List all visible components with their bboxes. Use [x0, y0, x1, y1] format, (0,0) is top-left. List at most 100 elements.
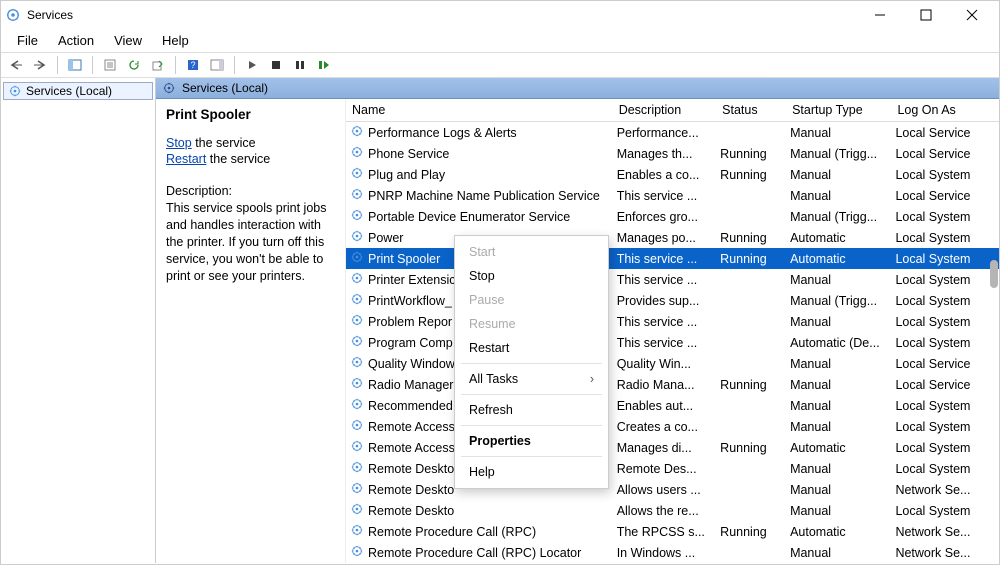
menu-view[interactable]: View [104, 31, 152, 50]
service-row[interactable]: Remote Procedure Call (RPC) LocatorIn Wi… [346, 542, 999, 563]
gear-icon [350, 313, 364, 330]
show-hide-tree-button[interactable] [64, 55, 86, 75]
service-row[interactable]: Radio ManagerRadio Mana...RunningManualL… [346, 374, 999, 395]
context-menu-all-tasks[interactable]: All Tasks› [455, 367, 608, 391]
menu-action[interactable]: Action [48, 31, 104, 50]
column-startup-type[interactable]: Startup Type [786, 99, 891, 122]
column-status[interactable]: Status [716, 99, 786, 122]
gear-icon [350, 418, 364, 435]
service-name-cell: Remote Access [368, 420, 455, 434]
column-logon-as[interactable]: Log On As [891, 99, 999, 122]
gear-icon [350, 523, 364, 540]
gear-icon [350, 502, 364, 519]
service-status-cell [716, 395, 786, 416]
gear-icon [350, 145, 364, 162]
restart-link[interactable]: Restart [166, 152, 206, 166]
service-status-cell: Running [716, 227, 786, 248]
gear-icon [350, 292, 364, 309]
pause-service-button[interactable] [289, 55, 311, 75]
service-name-cell: Remote Procedure Call (RPC) [368, 525, 536, 539]
service-status-cell: Running [716, 164, 786, 185]
service-row[interactable]: Print SpoolerThis service ...RunningAuto… [346, 248, 999, 269]
tree-services-local[interactable]: Services (Local) [3, 82, 153, 100]
service-row[interactable]: Phone ServiceManages th...RunningManual … [346, 143, 999, 164]
restart-link-suffix: the service [206, 152, 270, 166]
forward-button[interactable] [29, 55, 51, 75]
context-menu-refresh[interactable]: Refresh [455, 398, 608, 422]
service-startup-cell: Manual [786, 269, 891, 290]
service-row[interactable]: Remote AccessManages di...RunningAutomat… [346, 437, 999, 458]
service-logon-cell: Network Se... [891, 521, 999, 542]
export-button[interactable] [147, 55, 169, 75]
context-menu-properties[interactable]: Properties [455, 429, 608, 453]
toolbar: ? [1, 52, 999, 78]
service-startup-cell: Automatic [786, 248, 891, 269]
service-logon-cell: Local System [891, 311, 999, 332]
service-row[interactable]: Printer Extensic This service ... ManualLo… [346, 269, 999, 290]
restart-service-button[interactable] [313, 55, 335, 75]
minimize-button[interactable] [857, 2, 903, 28]
gear-icon [350, 334, 364, 351]
service-row[interactable]: PowerManages po...RunningAutomaticLocal … [346, 227, 999, 248]
stop-link[interactable]: Stop [166, 136, 192, 150]
start-service-button[interactable] [241, 55, 263, 75]
service-logon-cell: Local System [891, 206, 999, 227]
column-description[interactable]: Description [613, 99, 716, 122]
action-pane-button[interactable] [206, 55, 228, 75]
service-row[interactable]: Remote AccessCreates a co...ManualLocal … [346, 416, 999, 437]
service-row[interactable]: PNRP Machine Name Publication ServiceThi… [346, 185, 999, 206]
service-row[interactable]: Program CompThis service ...Automatic (D… [346, 332, 999, 353]
service-name-cell: Remote Deskto [368, 462, 454, 476]
context-menu-help[interactable]: Help [455, 460, 608, 484]
maximize-button[interactable] [903, 2, 949, 28]
service-logon-cell: Local Service [891, 122, 999, 144]
menu-file[interactable]: File [7, 31, 48, 50]
service-name-cell: Print Spooler [368, 252, 440, 266]
context-menu-resume: Resume [455, 312, 608, 336]
service-row[interactable]: Plug and PlayEnables a co...RunningManua… [346, 164, 999, 185]
service-desc-cell: This service ... [613, 269, 716, 290]
service-logon-cell: Local Service [891, 185, 999, 206]
service-row[interactable]: Remote DesktoRemote Des...ManualLocal Sy… [346, 458, 999, 479]
service-logon-cell: Local System [891, 395, 999, 416]
context-menu-stop[interactable]: Stop [455, 264, 608, 288]
context-menu-restart[interactable]: Restart [455, 336, 608, 360]
service-name-cell: Power [368, 231, 403, 245]
service-row[interactable]: Quality WindowQuality Win...ManualLocal … [346, 353, 999, 374]
service-startup-cell: Manual [786, 122, 891, 144]
service-row[interactable]: PrintWorkflow_Provides sup...Manual (Tri… [346, 290, 999, 311]
service-row[interactable]: Remote DesktoAllows users ...ManualNetwo… [346, 479, 999, 500]
gear-icon [350, 439, 364, 456]
services-list[interactable]: Name Description Status Startup Type Log… [346, 99, 999, 563]
service-name-cell: Printer Extensic [368, 273, 456, 287]
menu-help[interactable]: Help [152, 31, 199, 50]
service-status-cell [716, 500, 786, 521]
service-desc-cell: Provides sup... [613, 290, 716, 311]
service-name-cell: Portable Device Enumerator Service [368, 210, 570, 224]
service-logon-cell: Local System [891, 269, 999, 290]
refresh-button[interactable] [123, 55, 145, 75]
close-button[interactable] [949, 2, 995, 28]
service-status-cell [716, 353, 786, 374]
gear-icon [350, 208, 364, 225]
service-row[interactable]: Problem ReporThis service ...ManualLocal… [346, 311, 999, 332]
service-row[interactable]: Remote DesktoAllows the re...ManualLocal… [346, 500, 999, 521]
help-button[interactable]: ? [182, 55, 204, 75]
context-menu-start: Start [455, 240, 608, 264]
service-row[interactable]: Portable Device Enumerator ServiceEnforc… [346, 206, 999, 227]
stop-service-button[interactable] [265, 55, 287, 75]
services-icon [162, 81, 176, 95]
service-name-cell: Problem Repor [368, 315, 452, 329]
service-row[interactable]: RecommendedEnables aut...ManualLocal Sys… [346, 395, 999, 416]
gear-icon [350, 397, 364, 414]
properties-button[interactable] [99, 55, 121, 75]
gear-icon [350, 481, 364, 498]
service-status-cell [716, 290, 786, 311]
service-name-cell: Remote Access [368, 441, 455, 455]
service-row[interactable]: Remote Procedure Call (RPC)The RPCSS s..… [346, 521, 999, 542]
service-row[interactable]: Performance Logs & AlertsPerformance...M… [346, 122, 999, 144]
service-name-cell: Phone Service [368, 147, 449, 161]
back-button[interactable] [5, 55, 27, 75]
scrollbar-thumb[interactable] [990, 260, 998, 288]
column-name[interactable]: Name [346, 99, 613, 122]
